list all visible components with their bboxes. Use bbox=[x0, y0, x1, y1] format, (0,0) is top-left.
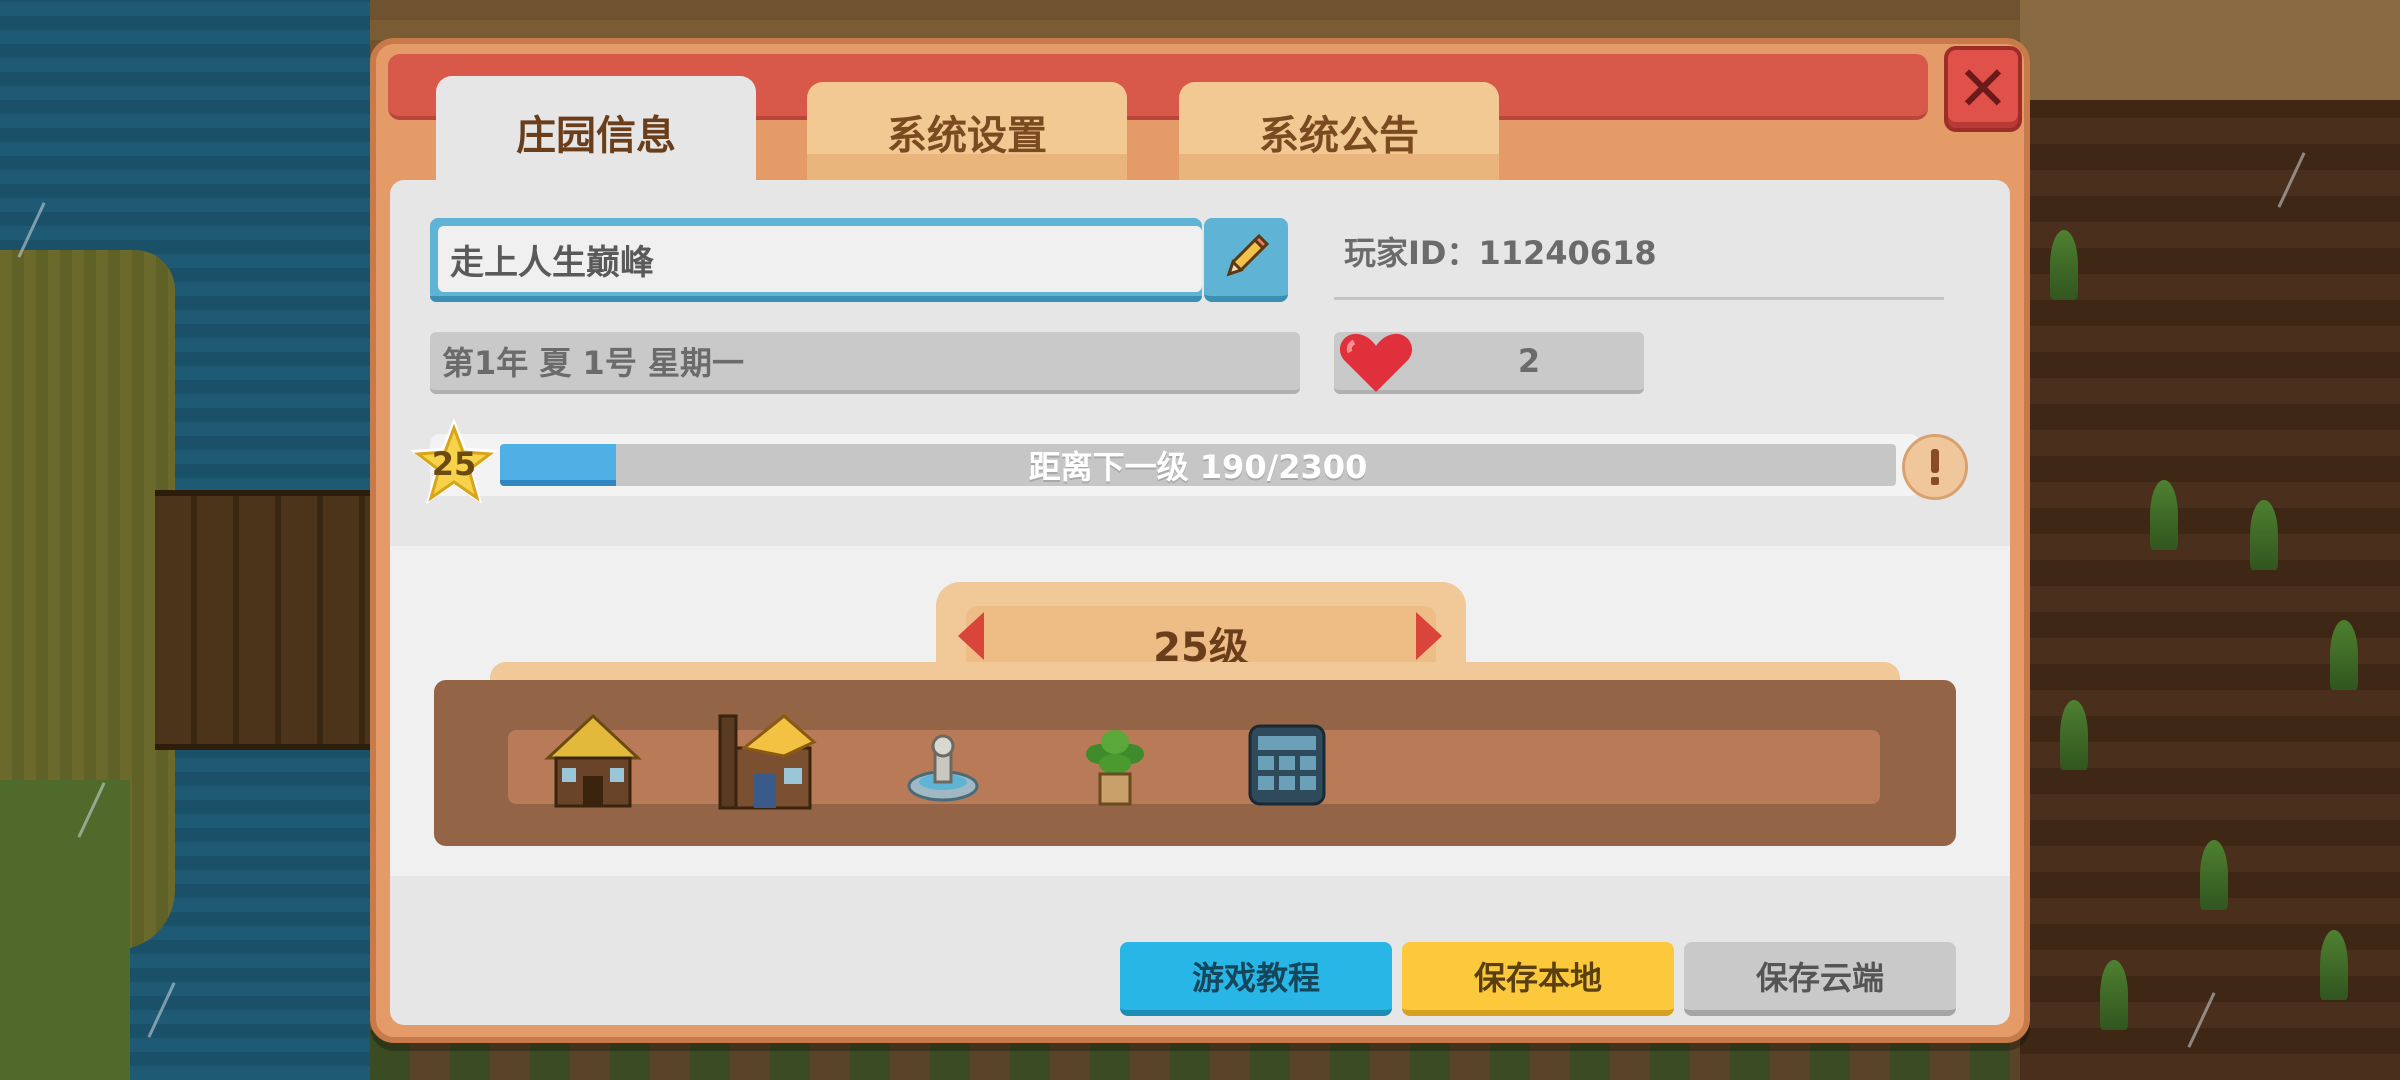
tab-estate-info[interactable]: 庄园信息 bbox=[436, 76, 756, 188]
arrow-right-icon[interactable] bbox=[1412, 608, 1446, 664]
name-field-edge bbox=[430, 296, 1202, 302]
crop-field bbox=[2020, 100, 2400, 1080]
exclamation-icon bbox=[1931, 449, 1939, 485]
heart-icon bbox=[1339, 333, 1413, 392]
tutorial-button[interactable]: 游戏教程 bbox=[1120, 942, 1392, 1016]
level-unlocks-section: 25级 bbox=[390, 546, 2010, 876]
player-id: 玩家ID：11240618 bbox=[1334, 220, 1944, 300]
crop-plant bbox=[2320, 930, 2348, 1000]
pencil-icon bbox=[1226, 233, 1270, 277]
potted-plant-icon[interactable] bbox=[1060, 708, 1170, 818]
progress-track: 距离下一级 190/2300 bbox=[500, 444, 1896, 486]
estate-info-dialog: 庄园信息 系统设置 系统公告 ✕ 走上人生巅峰 玩家ID：11240618 第1… bbox=[370, 38, 2030, 1043]
arrow-left-icon[interactable] bbox=[954, 608, 988, 664]
farm-path bbox=[2020, 0, 2400, 100]
crop-plant bbox=[2200, 840, 2228, 910]
estate-info-panel: 走上人生巅峰 玩家ID：11240618 第1年 夏 1号 星期一 2 距离下一… bbox=[390, 180, 2010, 1025]
grass-bank-lower bbox=[0, 780, 130, 1080]
level-info-button[interactable] bbox=[1902, 434, 1968, 500]
wooden-bridge bbox=[155, 490, 375, 750]
thatched-cabin-icon[interactable] bbox=[538, 708, 648, 818]
game-date: 第1年 夏 1号 星期一 bbox=[430, 332, 1300, 394]
crop-plant bbox=[2060, 700, 2088, 770]
save-local-button[interactable]: 保存本地 bbox=[1402, 942, 1674, 1016]
crop-plant bbox=[2100, 960, 2128, 1030]
cheese-workshop-icon[interactable] bbox=[714, 708, 824, 818]
level-progress-bar: 距离下一级 190/2300 bbox=[430, 434, 1920, 496]
player-name-field[interactable]: 走上人生巅峰 bbox=[430, 218, 1202, 302]
edit-name-button[interactable] bbox=[1204, 218, 1288, 302]
crop-plant bbox=[2330, 620, 2358, 690]
crop-plant bbox=[2150, 480, 2178, 550]
save-cloud-button[interactable]: 保存云端 bbox=[1684, 942, 1956, 1016]
unlock-items-shelf bbox=[434, 680, 1956, 846]
stone-fountain-icon[interactable] bbox=[888, 708, 998, 818]
hearts-counter: 2 bbox=[1334, 332, 1644, 394]
crop-plant bbox=[2050, 230, 2078, 300]
tab-system-settings[interactable]: 系统设置 bbox=[807, 82, 1127, 182]
tab-system-announcements[interactable]: 系统公告 bbox=[1179, 82, 1499, 182]
player-level: 25 bbox=[431, 445, 477, 483]
hearts-count: 2 bbox=[1517, 342, 1541, 380]
close-x-icon: ✕ bbox=[1957, 52, 2009, 125]
progress-label: 距离下一级 190/2300 bbox=[1028, 448, 1368, 486]
storage-cabinet-icon[interactable] bbox=[1232, 708, 1342, 818]
crop-plant bbox=[2250, 500, 2278, 570]
player-name-input[interactable]: 走上人生巅峰 bbox=[438, 226, 1202, 292]
close-button[interactable]: ✕ bbox=[1944, 46, 2022, 132]
